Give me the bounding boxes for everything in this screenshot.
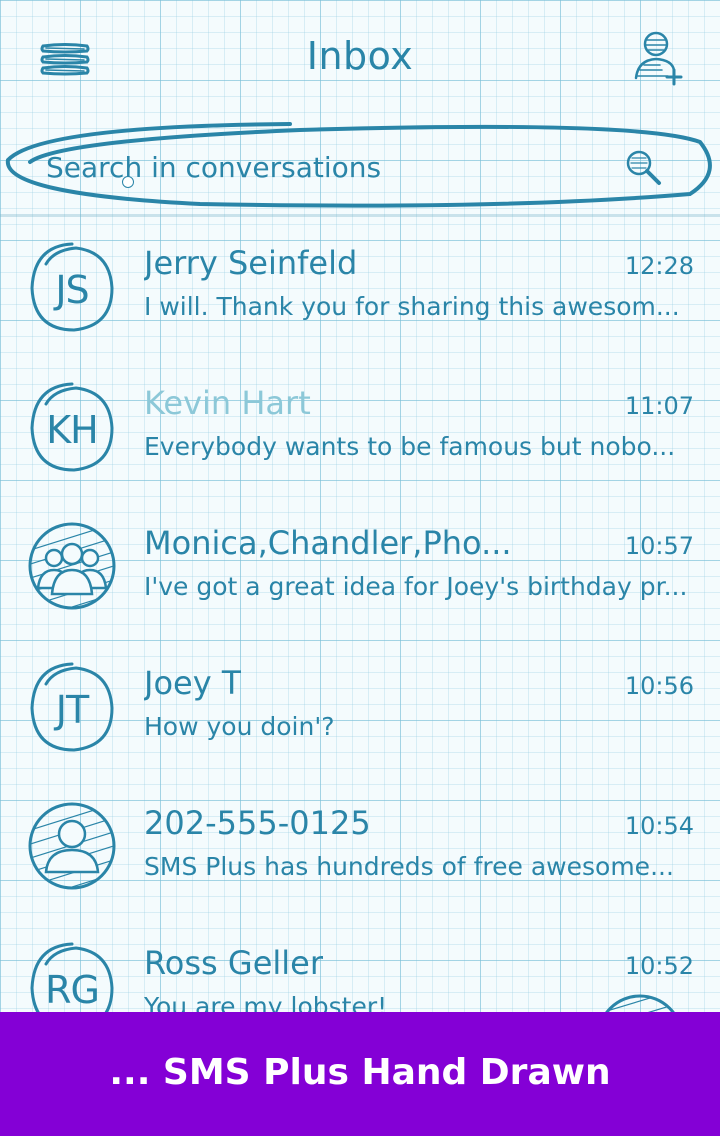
page-title: Inbox	[306, 34, 414, 78]
message-time: 10:57	[624, 532, 694, 560]
message-time: 10:54	[624, 812, 694, 840]
contact-name: Jerry Seinfeld	[144, 244, 358, 282]
person-avatar-icon	[24, 798, 120, 898]
search-bar	[0, 112, 720, 218]
app-header: Inbox	[0, 0, 720, 110]
avatar: JS	[24, 238, 120, 338]
message-snippet: I've got a great idea for Joey's birthda…	[144, 572, 688, 601]
message-snippet: Everybody wants to be famous but nobo...	[144, 432, 676, 461]
promo-text: ... SMS Plus Hand Drawn	[109, 1052, 611, 1093]
conversation-row[interactable]: JS Jerry Seinfeld 12:28 I will. Thank yo…	[0, 224, 720, 364]
group-avatar-icon	[24, 518, 120, 618]
conversation-row[interactable]: KH Kevin Hart 11:07 Everybody wants to b…	[0, 364, 720, 504]
contact-name: 202-555-0125	[144, 804, 371, 842]
message-time: 11:07	[624, 392, 694, 420]
conversation-row[interactable]: Monica,Chandler,Pho... 10:57 I've got a …	[0, 504, 720, 644]
message-snippet: I will. Thank you for sharing this aweso…	[144, 292, 680, 321]
message-time: 10:56	[624, 672, 694, 700]
header-divider	[0, 214, 720, 217]
message-time: 12:28	[624, 252, 694, 280]
search-icon[interactable]	[624, 148, 664, 188]
avatar: JT	[24, 658, 120, 758]
contact-name: Kevin Hart	[144, 384, 311, 422]
conversation-list: JS Jerry Seinfeld 12:28 I will. Thank yo…	[0, 224, 720, 1064]
avatar: KH	[24, 378, 120, 478]
message-snippet: SMS Plus has hundreds of free awesome...	[144, 852, 674, 881]
message-time: 10:52	[624, 952, 694, 980]
conversation-row[interactable]: JT Joey T 10:56 How you doin'?	[0, 644, 720, 784]
promo-banner: ... SMS Plus Hand Drawn	[0, 1012, 720, 1136]
contact-name: Ross Geller	[144, 944, 323, 982]
contact-name: Joey T	[144, 664, 242, 702]
unread-indicator	[122, 176, 134, 188]
contact-name: Monica,Chandler,Pho...	[144, 524, 512, 562]
add-contact-icon[interactable]	[632, 30, 686, 86]
message-snippet: How you doin'?	[144, 712, 335, 741]
conversation-row[interactable]: 202-555-0125 10:54 SMS Plus has hundreds…	[0, 784, 720, 924]
